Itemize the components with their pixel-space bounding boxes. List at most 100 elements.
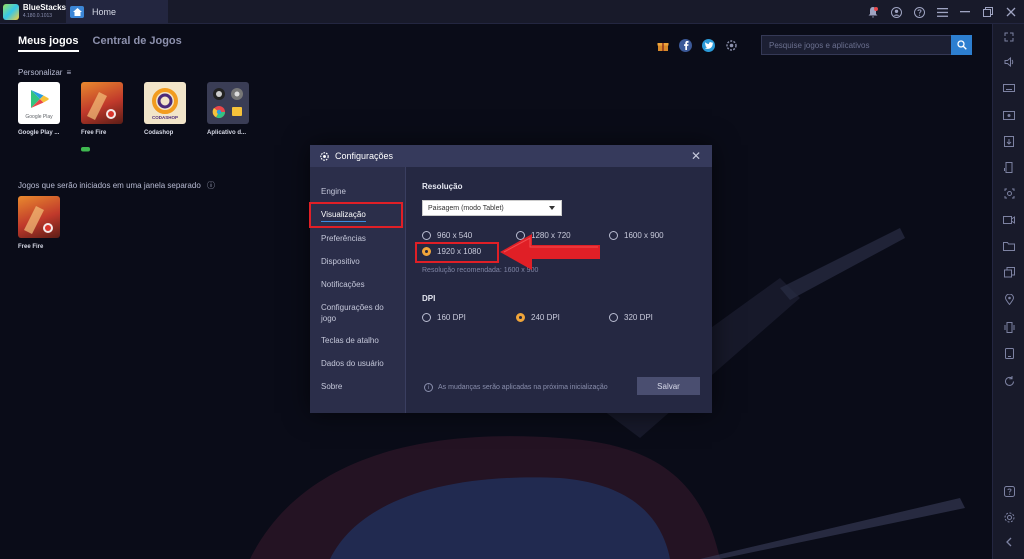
help-icon[interactable] — [912, 5, 926, 19]
tab-meus-jogos[interactable]: Meus jogos — [18, 35, 79, 52]
sidebar-item-notificacoes[interactable]: Notificações — [321, 279, 397, 290]
settings-icon[interactable] — [725, 39, 738, 52]
app-name: Free Fire — [81, 130, 107, 136]
save-button[interactable]: Salvar — [637, 377, 700, 395]
phone-icon[interactable] — [1002, 346, 1016, 360]
sidebar-item-configuracoes-do-jogo[interactable]: Configurações do jogo — [321, 302, 391, 324]
minimize-icon[interactable] — [958, 5, 972, 19]
notice-text: As mudanças serão aplicadas na próxima i… — [438, 384, 608, 391]
expand-icon[interactable] — [1002, 30, 1016, 44]
side-toolbar — [992, 24, 1024, 559]
keyboard-icon[interactable] — [1002, 81, 1016, 95]
back-icon[interactable] — [1002, 535, 1016, 549]
install-apk-icon[interactable] — [1002, 134, 1016, 148]
bluestacks-logo-icon — [3, 3, 19, 20]
radio-label: 240 DPI — [531, 313, 560, 322]
search-input[interactable] — [761, 35, 951, 55]
restore-icon[interactable] — [981, 5, 995, 19]
search-button[interactable] — [951, 35, 972, 55]
radio-label: 960 x 540 — [437, 231, 473, 240]
radio-circle — [609, 313, 618, 322]
brand-version: 4.180.0.1013 — [22, 12, 53, 19]
header-icons — [656, 39, 738, 52]
chevron-down-icon — [549, 206, 555, 210]
sidebar-item-dispositivo[interactable]: Dispositivo — [321, 256, 397, 267]
screenshot-icon[interactable] — [1002, 186, 1016, 200]
personalize-label: Personalizar — [18, 68, 63, 77]
personalize-section[interactable]: Personalizar ≡ — [18, 68, 71, 77]
search-box — [761, 35, 972, 55]
info-icon: i — [424, 383, 433, 392]
volume-icon[interactable] — [1002, 55, 1016, 69]
tab-central-de-jogos[interactable]: Central de Jogos — [93, 35, 182, 52]
radio-circle — [422, 313, 431, 322]
app-name: Aplicativo d... — [207, 130, 247, 136]
dialog-close-button[interactable]: ✕ — [691, 149, 701, 163]
menu-icon[interactable] — [935, 5, 949, 19]
gamepad-icon — [81, 139, 90, 152]
codashop-icon: CODASHOP — [144, 82, 186, 124]
dialog-header: Configurações ✕ — [310, 145, 712, 167]
dialog-title: Configurações — [335, 151, 394, 161]
google-play-icon: Google Play — [18, 82, 60, 124]
close-icon[interactable] — [1004, 5, 1018, 19]
orientation-dropdown[interactable]: Paisagem (modo Tablet) — [422, 200, 562, 216]
rotate-icon[interactable] — [1002, 160, 1016, 174]
restart-notice: i As mudanças serão aplicadas na próxima… — [424, 383, 608, 392]
home-icon — [70, 5, 84, 18]
side-settings-icon[interactable] — [1002, 510, 1016, 524]
sidebar-item-dados-do-usuario[interactable]: Dados do usuário — [321, 358, 397, 369]
notification-icon[interactable] — [866, 5, 880, 19]
radio-dpi-320[interactable]: 320 DPI — [609, 313, 653, 322]
system-apps-folder-icon — [207, 82, 249, 124]
radio-resolution-1600[interactable]: 1600 x 900 — [609, 231, 664, 240]
location-icon[interactable] — [1002, 292, 1016, 306]
app-free-fire-separate[interactable]: Free Fire — [18, 196, 68, 250]
radio-circle — [609, 231, 618, 240]
brand: BlueStacks 4.180.0.1013 — [0, 0, 66, 24]
settings-gear-icon — [320, 151, 329, 161]
info-icon[interactable]: ⓘ — [207, 180, 215, 191]
search-icon — [956, 40, 967, 50]
radio-resolution-960[interactable]: 960 x 540 — [422, 231, 472, 240]
radio-label: 160 DPI — [437, 313, 466, 322]
coda-tile-text: CODASHOP — [152, 115, 178, 120]
tab-home[interactable]: Home — [66, 0, 168, 24]
app-name: Codashop — [144, 130, 174, 136]
title-bar: BlueStacks 4.180.0.1013 Home — [0, 0, 1024, 24]
shake-icon[interactable] — [1002, 320, 1016, 334]
camera-icon[interactable] — [1002, 212, 1016, 226]
facebook-icon[interactable] — [679, 39, 692, 52]
radio-dpi-240[interactable]: 240 DPI — [516, 313, 560, 322]
sidebar-item-engine[interactable]: Engine — [321, 186, 397, 197]
highlight-box-1920 — [415, 242, 499, 263]
side-help-icon[interactable] — [1002, 484, 1016, 498]
list-icon: ≡ — [66, 68, 72, 77]
tab-home-label: Home — [92, 6, 117, 17]
app-google-play[interactable]: Google Play Google Play ... — [18, 82, 68, 136]
app-codashop[interactable]: CODASHOP Codashop — [144, 82, 194, 136]
sidebar-item-teclas-de-atalho[interactable]: Teclas de atalho — [321, 335, 397, 346]
folder-icon[interactable] — [1002, 239, 1016, 253]
resolution-heading: Resolução — [422, 182, 463, 191]
twitter-icon[interactable] — [702, 39, 715, 52]
highlight-box-visualizacao — [309, 202, 403, 228]
refresh-icon[interactable] — [1002, 374, 1016, 388]
gift-icon[interactable] — [656, 39, 669, 52]
brand-name: BlueStacks — [22, 2, 66, 12]
account-icon[interactable] — [889, 5, 903, 19]
multi-instance-icon[interactable] — [1002, 265, 1016, 279]
orientation-value: Paisagem (modo Tablet) — [428, 204, 504, 212]
free-fire-icon — [18, 196, 60, 238]
app-free-fire[interactable]: Free Fire — [81, 82, 131, 152]
radio-dpi-160[interactable]: 160 DPI — [422, 313, 466, 322]
app-name: Free Fire — [18, 244, 44, 250]
app-name: Google Play ... — [18, 130, 60, 136]
radio-label: 1600 x 900 — [624, 231, 664, 240]
dpi-heading: DPI — [422, 294, 436, 303]
sidebar-item-preferencias[interactable]: Preferências — [321, 233, 397, 244]
screen-record-icon[interactable] — [1002, 108, 1016, 122]
separate-window-section: Jogos que serão iniciados em uma janela … — [18, 180, 215, 191]
sidebar-item-sobre[interactable]: Sobre — [321, 381, 397, 392]
app-system-apps[interactable]: Aplicativo d... — [207, 82, 257, 136]
